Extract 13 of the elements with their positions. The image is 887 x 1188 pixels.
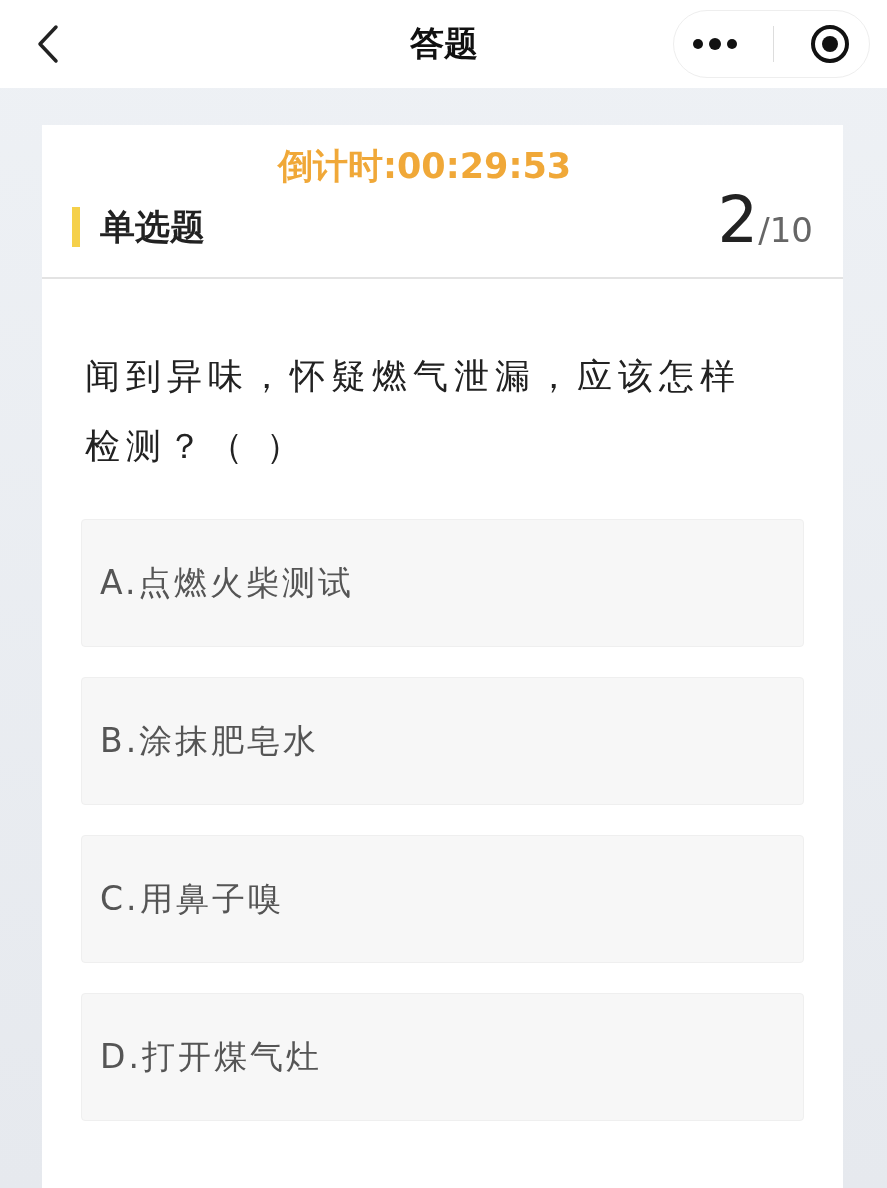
back-icon[interactable]: [36, 24, 60, 64]
countdown-timer: 倒计时:00:29:53: [278, 145, 572, 188]
total-count: /10: [758, 210, 813, 250]
question-type: 单选题: [72, 207, 205, 247]
answer-option[interactable]: C.用鼻子嗅: [81, 835, 804, 963]
answer-option[interactable]: A.点燃火柴测试: [81, 519, 804, 647]
answer-option[interactable]: B.涂抹肥皂水: [81, 677, 804, 805]
target-icon[interactable]: [809, 23, 852, 65]
more-icon[interactable]: [691, 38, 738, 50]
nav-title: 答题: [409, 22, 478, 65]
question-text: 闻到异味，怀疑燃气泄漏，应该怎样检测？（ ）: [85, 355, 742, 468]
answer-option[interactable]: D.打开煤气灶: [81, 993, 804, 1121]
current-number: 2: [717, 183, 759, 257]
